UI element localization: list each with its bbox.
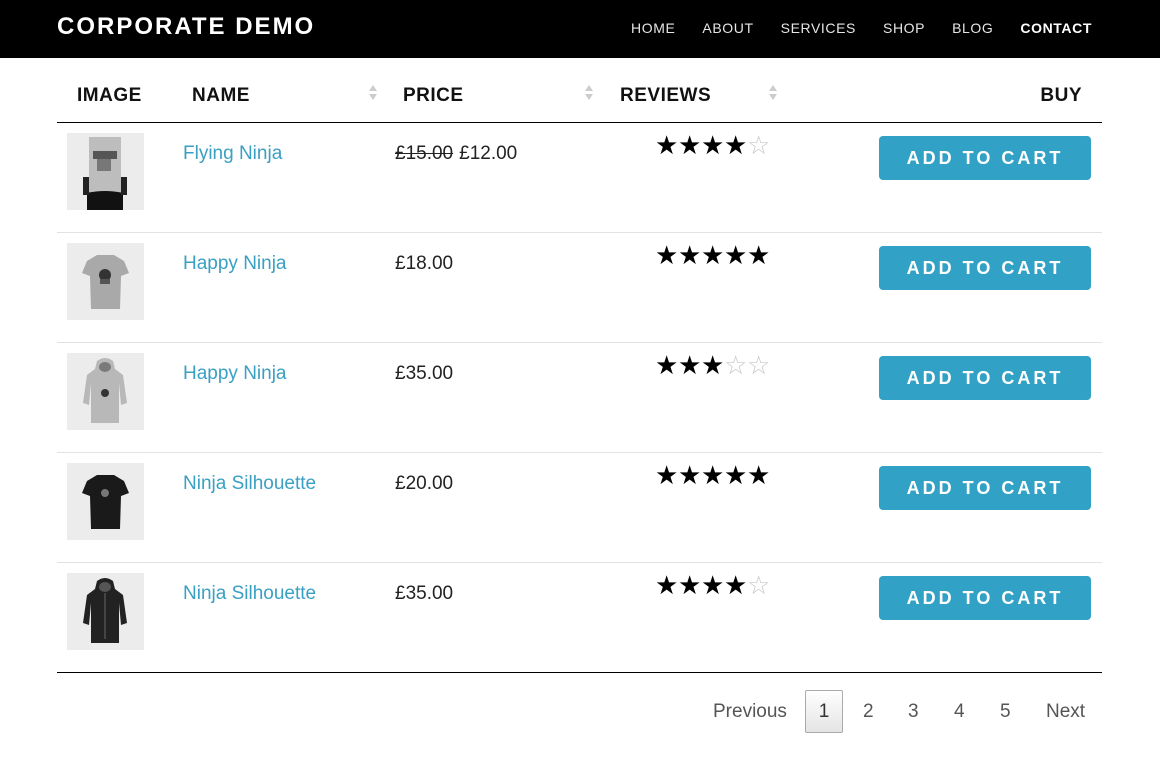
table-header: IMAGE NAME PRICE REVIEWS BUY [57,60,1102,123]
product-name-link[interactable]: Ninja Silhouette [183,583,316,605]
product-image-tshirt[interactable] [67,463,144,540]
product-image-poster[interactable] [67,133,144,210]
nav-about[interactable]: ABOUT [702,20,753,36]
pagination-page-1[interactable]: 1 [805,690,843,733]
nav-blog[interactable]: BLOG [952,20,993,36]
sale-price: £12.00 [459,143,518,164]
nav-services[interactable]: SERVICES [781,20,856,36]
pagination-next[interactable]: Next [1046,690,1085,734]
add-to-cart-button[interactable]: ADD TO CART [879,136,1091,180]
star-rating: ★ ★ ★ ★ ☆ [655,572,770,598]
star-empty-icon: ☆ [724,350,748,380]
product-price: £15.00 £12.00 [395,143,517,165]
pagination-page-5[interactable]: 5 [1000,690,1011,734]
table-row: Happy Ninja £18.00 ★ ★ ★ ★ ★ ADD TO CART [57,233,1102,343]
product-price: £18.00 [395,253,454,274]
star-empty-icon: ☆ [747,350,771,380]
add-to-cart-button[interactable]: ADD TO CART [879,466,1091,510]
star-filled-icon: ★ [678,130,702,160]
nav-contact[interactable]: CONTACT [1020,20,1092,36]
star-filled-icon: ★ [655,350,679,380]
star-filled-icon: ★ [655,570,679,600]
old-price: £15.00 [395,143,454,164]
product-name-link[interactable]: Happy Ninja [183,363,287,385]
top-navbar: CORPORATE DEMO HOME ABOUT SERVICES SHOP … [0,0,1160,58]
pagination-previous[interactable]: Previous [713,690,787,734]
star-rating: ★ ★ ★ ☆ ☆ [655,352,770,378]
product-image-hoodie[interactable] [67,573,144,650]
star-filled-icon: ★ [678,570,702,600]
add-to-cart-button[interactable]: ADD TO CART [879,246,1091,290]
col-header-image: IMAGE [77,85,142,106]
pagination-page-2[interactable]: 2 [863,690,874,734]
sort-name-icon[interactable] [369,85,377,101]
pagination-page-3[interactable]: 3 [908,690,919,734]
nav-home[interactable]: HOME [631,20,675,36]
product-name-link[interactable]: Flying Ninja [183,143,282,165]
table-row: Flying Ninja £15.00 £12.00 ★ ★ ★ ★ ☆ ADD TO C… [57,123,1102,233]
product-price: £20.00 [395,473,454,494]
sort-price-icon[interactable] [585,85,593,101]
table-row: Ninja Silhouette £20.00 ★ ★ ★ ★ ★ ADD TO CAR… [57,453,1102,563]
star-filled-icon: ★ [724,460,748,490]
products-table: IMAGE NAME PRICE REVIEWS BUY Flying Ninj… [57,60,1102,673]
col-header-reviews[interactable]: REVIEWS [620,85,711,107]
star-filled-icon: ★ [701,240,725,270]
product-name-link[interactable]: Happy Ninja [183,253,287,275]
star-rating: ★ ★ ★ ★ ★ [655,242,770,268]
star-filled-icon: ★ [701,350,725,380]
product-name-link[interactable]: Ninja Silhouette [183,473,316,495]
star-filled-icon: ★ [701,570,725,600]
site-title[interactable]: CORPORATE DEMO [57,13,315,41]
star-filled-icon: ★ [655,130,679,160]
table-row: Happy Ninja £35.00 ★ ★ ★ ☆ ☆ ADD TO CART [57,343,1102,453]
product-image-hoodie[interactable] [67,353,144,430]
col-header-buy: BUY [1040,85,1082,106]
nav-shop[interactable]: SHOP [883,20,925,36]
col-header-price[interactable]: PRICE [403,85,464,107]
table-row: Ninja Silhouette £35.00 ★ ★ ★ ★ ☆ ADD TO CAR… [57,563,1102,673]
star-filled-icon: ★ [701,460,725,490]
star-rating: ★ ★ ★ ★ ☆ [655,132,770,158]
pagination: Previous 1 2 3 4 5 Next [700,690,1100,734]
star-filled-icon: ★ [724,570,748,600]
star-filled-icon: ★ [655,240,679,270]
star-empty-icon: ☆ [747,130,771,160]
star-filled-icon: ★ [678,240,702,270]
pagination-page-4[interactable]: 4 [954,690,965,734]
star-filled-icon: ★ [724,240,748,270]
sort-reviews-icon[interactable] [769,85,777,101]
star-filled-icon: ★ [701,130,725,160]
add-to-cart-button[interactable]: ADD TO CART [879,356,1091,400]
col-header-name[interactable]: NAME [192,85,250,107]
main-nav: HOME ABOUT SERVICES SHOP BLOG CONTACT [631,20,1092,36]
product-image-tshirt[interactable] [67,243,144,320]
star-filled-icon: ★ [724,130,748,160]
star-rating: ★ ★ ★ ★ ★ [655,462,770,488]
add-to-cart-button[interactable]: ADD TO CART [879,576,1091,620]
star-filled-icon: ★ [678,350,702,380]
star-filled-icon: ★ [747,240,771,270]
star-filled-icon: ★ [655,460,679,490]
star-empty-icon: ☆ [747,570,771,600]
star-filled-icon: ★ [747,460,771,490]
star-filled-icon: ★ [678,460,702,490]
product-price: £35.00 [395,583,454,604]
product-price: £35.00 [395,363,454,384]
